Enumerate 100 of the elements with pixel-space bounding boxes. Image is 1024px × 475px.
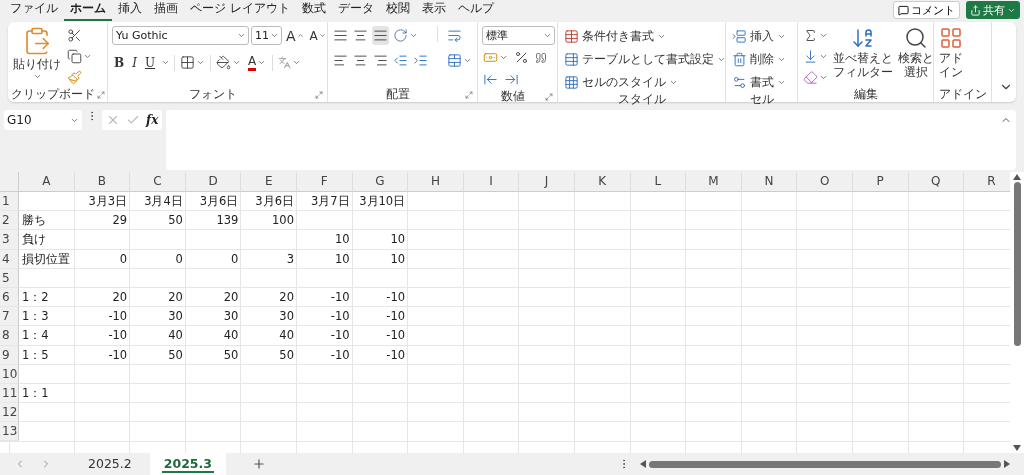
style-menu-button[interactable]: テーブルとして書式設定	[562, 49, 728, 69]
clear-button[interactable]	[802, 68, 829, 87]
sort-filter-button[interactable]: 並べ替えと フィルター	[832, 26, 894, 87]
merge-button[interactable]	[446, 51, 473, 70]
style-menu-button[interactable]: セルのスタイル	[562, 72, 728, 92]
menu-tab[interactable]: 描画	[148, 0, 184, 21]
caret-up-icon	[296, 32, 304, 39]
dialog-launcher-icon[interactable]	[465, 90, 473, 99]
group-label: クリップボード	[10, 86, 95, 103]
grid-icon	[180, 55, 196, 70]
scroll-right-icon[interactable]	[1004, 460, 1010, 468]
row-header[interactable]: 8	[0, 326, 19, 346]
column-header[interactable]: I	[463, 172, 520, 192]
table-cell-text: 10	[333, 250, 351, 268]
column-header[interactable]: M	[686, 172, 742, 192]
sigma-icon	[803, 28, 818, 43]
table-cell-text: -10	[385, 288, 407, 306]
table-cell-text: -10	[329, 346, 351, 364]
column-header[interactable]: O	[797, 172, 853, 192]
comment-icon	[898, 4, 909, 16]
table-cell-text: 50	[167, 212, 184, 230]
menu-tab[interactable]: 数式	[295, 0, 332, 21]
cells-menu-button[interactable]: 削除	[730, 49, 788, 69]
column-header[interactable]: Q	[908, 172, 965, 192]
add-sheet-icon[interactable]	[252, 457, 266, 471]
menu-tab[interactable]: データ	[331, 0, 380, 21]
arrow-right-icon	[504, 72, 519, 87]
shrink-font-button[interactable]: A	[307, 26, 328, 45]
row-header[interactable]: 3	[0, 230, 19, 250]
comment-button[interactable]: コメント	[893, 1, 960, 19]
menu-tab[interactable]: ページ レイアウト	[184, 0, 296, 21]
italic-button[interactable]: I	[130, 53, 139, 72]
column-header[interactable]: D	[185, 172, 242, 192]
font-color-button[interactable]: A	[246, 53, 269, 72]
group-label: 編集	[852, 86, 879, 103]
scroll-down-icon[interactable]	[1013, 445, 1021, 451]
column-header[interactable]: J	[519, 172, 575, 192]
table-cell-text: 負け	[21, 231, 47, 249]
column-header[interactable]: H	[408, 172, 464, 192]
menu-tab[interactable]: 挿入	[112, 0, 148, 21]
horizontal-scrollbar[interactable]	[640, 457, 1010, 471]
table-cell-text: 1：1	[21, 384, 50, 402]
cells-menu-button[interactable]: 挿入	[730, 26, 788, 46]
insert-function-button[interactable]: fx	[146, 113, 159, 127]
vertical-scrollbar[interactable]	[1010, 172, 1024, 453]
indent-decrease-icon	[393, 53, 408, 68]
column-header[interactable]: C	[130, 172, 186, 192]
style-menu-button[interactable]: 条件付き書式	[562, 26, 728, 46]
table-cell-text: 1：4	[21, 327, 50, 345]
share-button[interactable]: 共有	[966, 1, 1020, 19]
row-header[interactable]: 12	[0, 403, 19, 423]
menu-tab[interactable]: ヘルプ	[451, 0, 500, 21]
sheet-tab[interactable]: 2025.2	[74, 453, 146, 475]
column-header[interactable]: A	[19, 172, 75, 192]
column-header[interactable]: K	[574, 172, 631, 192]
column-header[interactable]: G	[352, 172, 409, 192]
table-icon	[564, 28, 579, 44]
row-header[interactable]: 7	[0, 307, 19, 327]
row-header[interactable]: 13	[0, 422, 19, 442]
table-cell-text: 損切位置	[21, 250, 71, 268]
column-header[interactable]: R	[964, 172, 1010, 192]
scroll-up-icon[interactable]	[1013, 174, 1021, 180]
column-header[interactable]: F	[296, 172, 353, 192]
arrow-left-icon	[483, 72, 498, 87]
column-header[interactable]: L	[630, 172, 687, 192]
sheet-tab[interactable]: 2025.3	[149, 453, 226, 475]
menu-tab[interactable]: ホーム	[64, 0, 112, 21]
menu-tab[interactable]: ファイル	[4, 0, 64, 21]
font-family-select[interactable]: Yu Gothic	[112, 26, 249, 45]
bottom-align-button[interactable]	[372, 26, 389, 45]
scroll-left-icon[interactable]	[640, 460, 646, 468]
table-cell-text: -10	[107, 308, 129, 326]
column-header[interactable]: N	[741, 172, 798, 192]
column-header[interactable]: P	[852, 172, 909, 192]
row-header[interactable]: 2	[0, 211, 19, 231]
table-cell-text: 0	[118, 250, 129, 268]
caret-icon	[196, 58, 206, 67]
column-header[interactable]: E	[241, 172, 297, 192]
column-header[interactable]: B	[74, 172, 131, 192]
underline-button[interactable]: U	[142, 53, 158, 72]
dialog-launcher-icon[interactable]	[96, 90, 105, 99]
font-size-select[interactable]: 11	[251, 26, 282, 45]
table-cell-text: 30	[167, 308, 184, 326]
grow-font-button[interactable]: A	[284, 26, 306, 45]
name-box[interactable]: G10	[4, 110, 82, 130]
menu-tab[interactable]: 表示	[415, 0, 452, 21]
number-format-select[interactable]: 標準	[482, 26, 555, 45]
paste-button[interactable]: 貼り付け	[12, 26, 62, 87]
dialog-launcher-icon[interactable]	[315, 90, 323, 99]
dialog-launcher-icon[interactable]	[545, 92, 553, 101]
grid-icon	[939, 26, 963, 50]
cells-menu-button[interactable]: 書式	[730, 72, 788, 92]
row-header[interactable]: 1	[0, 192, 19, 212]
addins-button[interactable]: アド イン	[938, 26, 964, 87]
find-select-button[interactable]: 検索と 選択	[897, 26, 935, 87]
trash-icon	[732, 51, 747, 67]
copy-button[interactable]	[66, 47, 93, 66]
caret-icon	[819, 31, 828, 40]
menu-tab[interactable]: 校閲	[379, 0, 416, 21]
bold-button[interactable]: B	[112, 53, 127, 72]
